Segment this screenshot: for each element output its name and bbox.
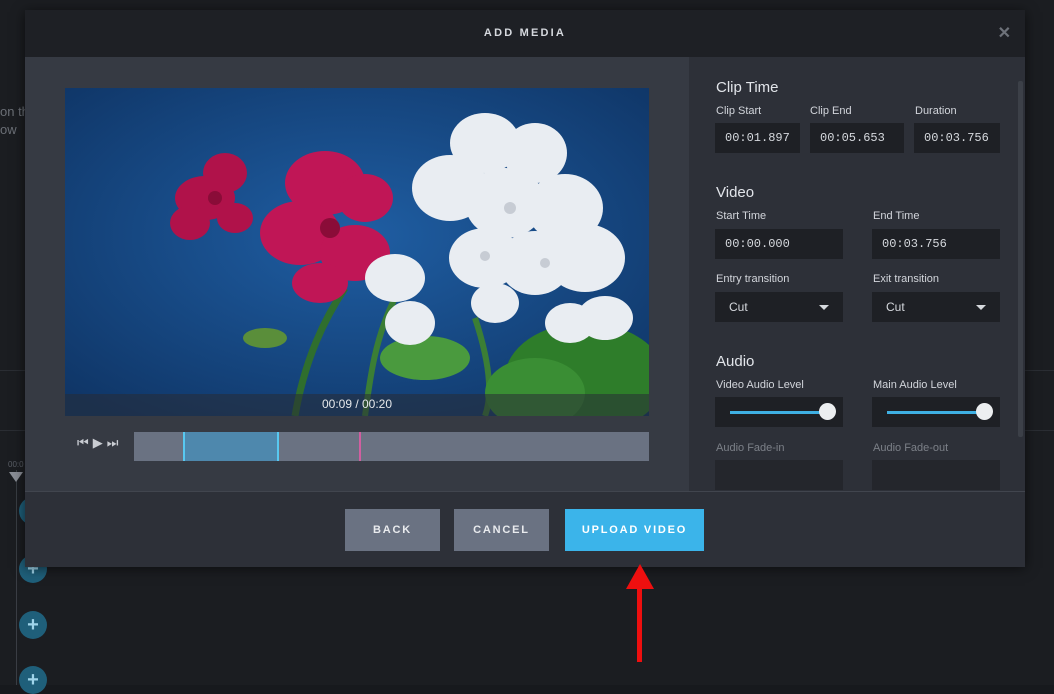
- main-audio-level-slider[interactable]: [872, 397, 1000, 427]
- transport-controls: ⏮ ▶ ⏭: [77, 435, 118, 451]
- exit-transition-value: Cut: [886, 300, 905, 314]
- clip-settings-panel: Clip Time Clip Start Clip End Duration 0…: [691, 57, 1025, 491]
- duration-field[interactable]: 00:03.756: [914, 123, 1000, 153]
- annotation-arrow-head-icon: [626, 564, 654, 589]
- dialog-footer: BACK CANCEL UPLOAD VIDEO: [25, 491, 1025, 567]
- audio-fade-out-label: Audio Fade-out: [873, 442, 949, 454]
- settings-scrollbar[interactable]: [1018, 81, 1023, 437]
- close-icon[interactable]: ✕: [998, 23, 1011, 43]
- entry-transition-select[interactable]: Cut: [715, 292, 843, 322]
- video-heading: Video: [716, 184, 755, 201]
- entry-transition-value: Cut: [729, 300, 748, 314]
- dialog-header: ADD MEDIA ✕: [25, 10, 1025, 57]
- preview-pane: 00:09 / 00:20 ⏮ ▶ ⏭: [25, 57, 689, 491]
- clip-start-field[interactable]: 00:01.897: [715, 123, 800, 153]
- clip-end-handle[interactable]: [277, 432, 279, 461]
- video-audio-level-label: Video Audio Level: [716, 379, 804, 391]
- dialog-title: ADD MEDIA: [483, 27, 567, 39]
- cancel-button[interactable]: CANCEL: [454, 509, 549, 551]
- start-time-label: Start Time: [716, 210, 767, 222]
- upload-video-button[interactable]: UPLOAD VIDEO: [565, 509, 704, 551]
- playhead-marker[interactable]: [359, 432, 361, 461]
- start-time-field[interactable]: 00:00.000: [715, 229, 843, 259]
- chevron-down-icon: [819, 305, 829, 310]
- video-time-display: 00:09 / 00:20: [321, 397, 393, 411]
- end-time-field[interactable]: 00:03.756: [872, 229, 1000, 259]
- video-preview[interactable]: 00:09 / 00:20: [65, 88, 649, 416]
- exit-transition-select[interactable]: Cut: [872, 292, 1000, 322]
- video-time-overlay: 00:09 / 00:20: [65, 394, 649, 416]
- back-button[interactable]: BACK: [345, 509, 440, 551]
- main-audio-level-label: Main Audio Level: [873, 379, 957, 391]
- slider-track: [730, 411, 829, 414]
- clip-start-handle[interactable]: [183, 432, 185, 461]
- skip-back-icon[interactable]: ⏮: [77, 435, 89, 451]
- timeline-time-label: 00:0: [8, 460, 24, 469]
- slider-track: [887, 411, 986, 414]
- video-audio-level-slider[interactable]: [715, 397, 843, 427]
- timeline-track: [16, 470, 17, 685]
- exit-transition-label: Exit transition: [873, 273, 940, 285]
- audio-heading: Audio: [716, 353, 755, 370]
- background-text: ow: [0, 122, 17, 137]
- annotation-arrow: [637, 588, 642, 662]
- end-time-label: End Time: [873, 210, 920, 222]
- audio-fade-out-field[interactable]: [872, 460, 1000, 490]
- duration-label: Duration: [915, 105, 957, 117]
- flower-image: [65, 88, 649, 416]
- plus-icon[interactable]: +: [19, 611, 47, 639]
- audio-fade-in-label: Audio Fade-in: [716, 442, 785, 454]
- clip-end-field[interactable]: 00:05.653: [810, 123, 904, 153]
- add-media-dialog: ADD MEDIA ✕ 00:09 / 00:20 ⏮ ▶ ⏭ Clip Tim…: [25, 10, 1025, 567]
- clip-time-heading: Clip Time: [716, 79, 779, 96]
- slider-thumb[interactable]: [976, 403, 993, 420]
- clip-scrubber[interactable]: [134, 432, 649, 461]
- timeline-marker-icon: [9, 472, 23, 482]
- slider-thumb[interactable]: [819, 403, 836, 420]
- clip-selection-range: [183, 432, 278, 461]
- clip-end-label: Clip End: [810, 105, 852, 117]
- chevron-down-icon: [976, 305, 986, 310]
- plus-icon[interactable]: +: [19, 666, 47, 694]
- skip-forward-icon[interactable]: ⏭: [107, 435, 119, 451]
- entry-transition-label: Entry transition: [716, 273, 790, 285]
- audio-fade-in-field[interactable]: [715, 460, 843, 490]
- play-icon[interactable]: ▶: [93, 435, 103, 451]
- clip-start-label: Clip Start: [716, 105, 762, 117]
